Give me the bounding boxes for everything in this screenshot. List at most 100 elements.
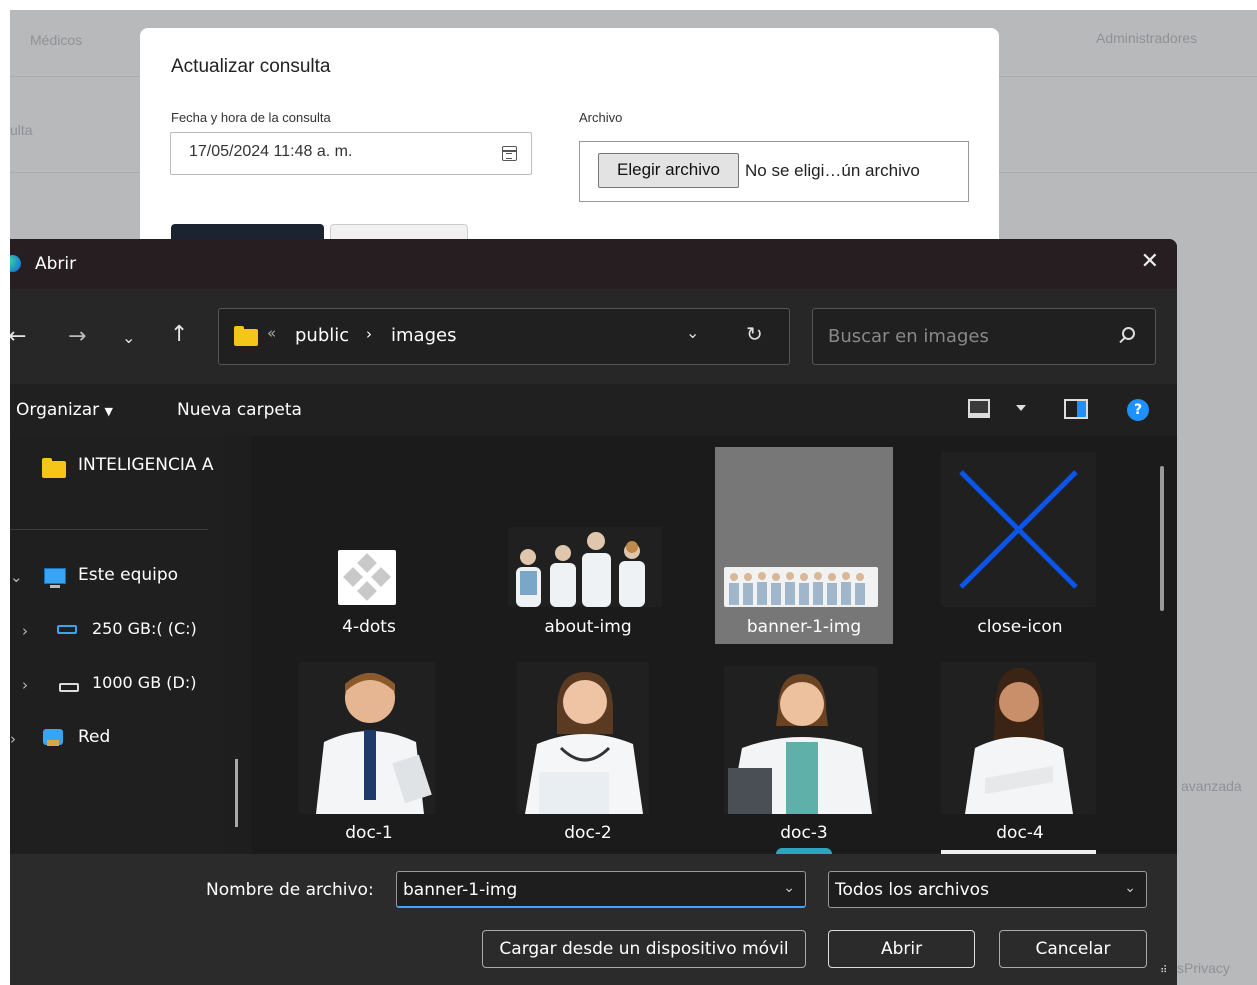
file-tile-about-img[interactable]: about-img	[499, 447, 677, 644]
this-pc-icon	[44, 568, 66, 588]
thumbnail-4-dots	[338, 550, 396, 605]
update-consult-modal: Actualizar consulta Fecha y hora de la c…	[140, 28, 999, 264]
collapse-chevron-icon[interactable]: ›	[22, 622, 28, 640]
recent-chevron-icon[interactable]: ⌄	[122, 328, 135, 347]
filetype-value: Todos los archivos	[835, 880, 989, 900]
navigation-scrollbar[interactable]	[235, 759, 238, 827]
caret-down-icon: ▼	[104, 405, 113, 418]
open-file-dialog: Abrir ✕ ← → ⌄ ↑ « public › images ⌄ ↻ Bu…	[10, 239, 1177, 985]
file-tile-doc-3[interactable]: doc-3	[715, 653, 893, 850]
file-status: No se eligi…ún archivo	[745, 161, 920, 180]
file-tile-close-icon[interactable]: close-icon	[931, 447, 1109, 644]
filename-label: Nombre de archivo:	[206, 880, 374, 900]
filename-input[interactable]: banner-1-img ⌄	[396, 871, 806, 908]
role-select[interactable]: Administradores	[1096, 30, 1197, 46]
chevron-down-icon[interactable]: ⌄	[1124, 880, 1136, 896]
file-name: 4-dots	[342, 617, 396, 637]
tree-item-inteligencia[interactable]: INTELIGENCIA A	[78, 455, 224, 475]
search-box[interactable]: Buscar en images	[812, 308, 1156, 365]
calendar-icon[interactable]	[502, 146, 517, 161]
thumbnail-doc-3	[724, 666, 878, 814]
close-icon[interactable]: ✕	[1141, 249, 1159, 274]
network-icon	[43, 729, 63, 746]
file-tile-doc-2[interactable]: doc-2	[499, 653, 677, 850]
thumbnail-doc-1	[298, 662, 435, 814]
new-folder-button[interactable]: Nueva carpeta	[177, 400, 302, 420]
filetype-select[interactable]: Todos los archivos ⌄	[828, 871, 1147, 908]
cancel-dialog-button[interactable]: Cancelar	[999, 930, 1147, 968]
modal-title: Actualizar consulta	[171, 56, 331, 77]
help-icon[interactable]: ?	[1127, 399, 1149, 421]
file-grid-scrollbar[interactable]	[1160, 466, 1164, 611]
tree-item-este-equipo[interactable]: Este equipo	[78, 565, 178, 585]
file-name: doc-1	[345, 823, 393, 843]
file-input[interactable]: Elegir archivo No se eligi…ún archivo	[579, 141, 969, 202]
file-tile-doc-1[interactable]: doc-1	[280, 653, 458, 850]
address-bar[interactable]: « public › images ⌄ ↻	[218, 308, 790, 365]
thumbnail-doc-2	[517, 662, 649, 814]
file-name: about-img	[544, 617, 632, 637]
breadcrumb-overflow-icon[interactable]: «	[267, 324, 276, 342]
breadcrumb-images[interactable]: images	[391, 325, 456, 346]
collapse-chevron-icon[interactable]: ›	[10, 730, 16, 748]
filename-value: banner-1-img	[403, 880, 518, 900]
doctor-photo-image	[316, 673, 432, 814]
back-arrow-icon[interactable]: ←	[10, 324, 26, 349]
address-dropdown-icon[interactable]: ⌄	[686, 323, 699, 342]
organize-label: Organizar	[16, 400, 100, 420]
file-name: close-icon	[977, 617, 1063, 637]
thumbnail-banner-1-img	[724, 567, 878, 607]
file-tile-doc-4[interactable]: doc-4	[931, 653, 1109, 850]
collapse-chevron-icon[interactable]: ›	[22, 676, 28, 694]
folder-icon	[42, 458, 66, 478]
blue-x-image	[959, 470, 1078, 589]
tree-item-red[interactable]: Red	[78, 727, 110, 747]
staff-banner-image	[729, 572, 865, 605]
view-dropdown-icon[interactable]	[1016, 405, 1026, 411]
view-mode-icon[interactable]	[968, 399, 990, 418]
tree-item-drive-d[interactable]: 1000 GB (D:)	[92, 673, 196, 692]
team-photo-image	[516, 532, 645, 607]
organize-menu[interactable]: Organizar ▼	[16, 400, 113, 420]
nav-medicos[interactable]: Médicos	[30, 32, 82, 48]
choose-file-button[interactable]: Elegir archivo	[598, 153, 739, 188]
footer-privacy-fragment[interactable]: sPrivacy	[1177, 960, 1230, 976]
thumbnail-about-img	[508, 527, 662, 607]
date-label: Fecha y hora de la consulta	[171, 110, 331, 125]
datetime-input[interactable]: 17/05/2024 11:48 a. m.	[170, 132, 532, 175]
file-name: doc-4	[996, 823, 1044, 843]
screen: Médicos Administradores ulta avanzada Ac…	[10, 10, 1257, 985]
file-tile-banner-1-img[interactable]: banner-1-img	[715, 447, 893, 644]
thumbnail-doc-4	[941, 662, 1096, 814]
tree-divider	[10, 529, 208, 530]
search-icon[interactable]	[1122, 327, 1135, 340]
thumbnail-close-icon	[941, 452, 1096, 607]
file-name: doc-2	[564, 823, 612, 843]
up-arrow-icon[interactable]: ↑	[170, 322, 188, 347]
expand-chevron-icon[interactable]: ⌄	[10, 568, 23, 586]
bg-tab-fragment: ulta	[10, 122, 33, 138]
search-placeholder: Buscar en images	[828, 326, 989, 347]
tree-item-drive-c[interactable]: 250 GB:( (C:)	[92, 619, 197, 638]
open-button[interactable]: Abrir	[828, 930, 975, 968]
forward-arrow-icon[interactable]: →	[68, 324, 86, 349]
bg-text-fragment: avanzada	[1181, 778, 1242, 794]
doctor-photo-image	[965, 668, 1073, 814]
upload-from-mobile-button[interactable]: Cargar desde un dispositivo móvil	[482, 930, 806, 968]
preview-pane-icon[interactable]	[1064, 399, 1088, 419]
file-name: doc-3	[780, 823, 828, 843]
folder-icon	[234, 326, 258, 346]
four-dots-image	[343, 553, 391, 601]
file-label: Archivo	[579, 110, 623, 125]
system-drive-icon	[57, 625, 77, 634]
datetime-value: 17/05/2024 11:48 a. m.	[189, 143, 353, 160]
doctor-photo-image	[525, 672, 643, 814]
file-tile-4-dots[interactable]: 4-dots	[280, 447, 458, 644]
dialog-titlebar[interactable]: Abrir ✕	[10, 239, 1177, 289]
drive-icon	[59, 683, 79, 692]
chevron-down-icon[interactable]: ⌄	[783, 880, 795, 896]
doctor-photo-image	[728, 674, 872, 814]
refresh-icon[interactable]: ↻	[746, 322, 763, 346]
breadcrumb-public[interactable]: public	[295, 325, 349, 346]
resize-grip-icon[interactable]: ⠾	[1160, 965, 1167, 976]
